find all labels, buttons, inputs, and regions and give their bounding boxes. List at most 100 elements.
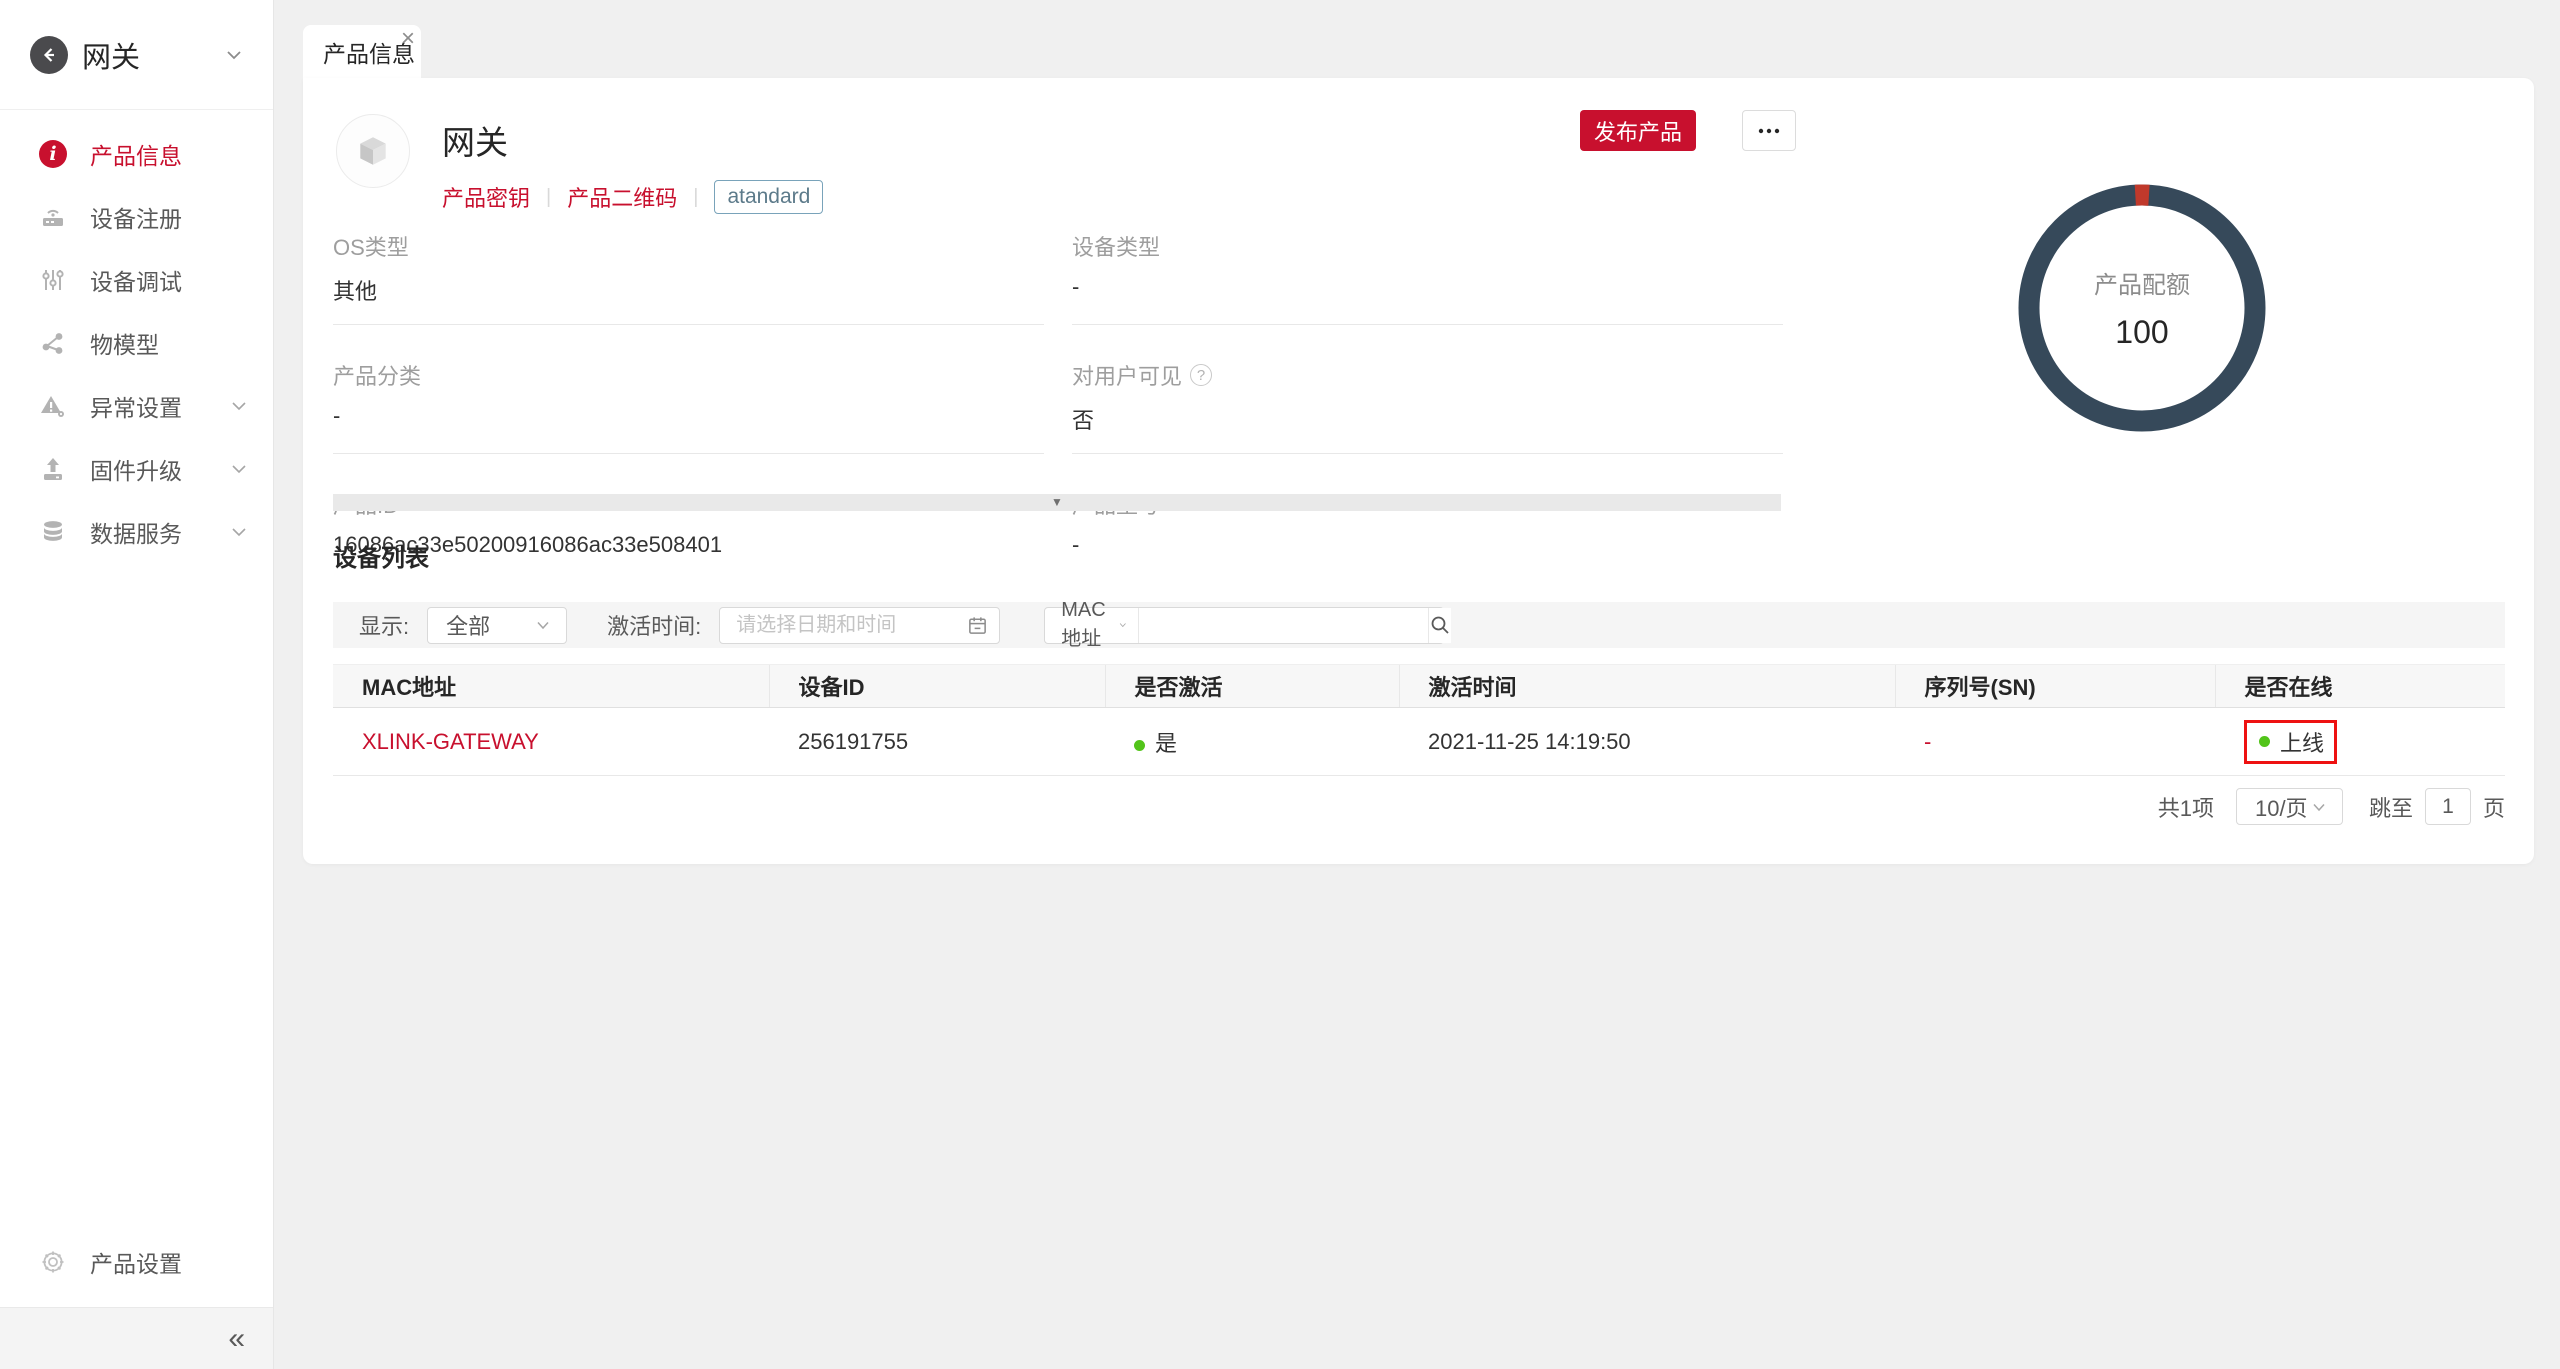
product-links: 产品密钥 | 产品二维码 | atandard [442, 180, 823, 214]
gear-icon [38, 1247, 68, 1277]
product-secret-link[interactable]: 产品密钥 [442, 181, 530, 213]
activation-time-label: 激活时间: [607, 609, 701, 641]
device-id-cell: 256191755 [769, 708, 1105, 776]
product-info-card: 网关 产品密钥 | 产品二维码 | atandard 发布产品 [303, 78, 2534, 864]
date-picker-input[interactable] [719, 607, 1000, 644]
online-status-text: 上线 [2280, 726, 2324, 758]
pagination: 共1项 10/页 跳至 页 [2158, 788, 2505, 825]
chevron-down-icon[interactable] [223, 44, 245, 66]
search-input[interactable] [1139, 608, 1428, 643]
total-count: 共1项 [2158, 791, 2214, 823]
col-activated: 是否激活 [1105, 665, 1399, 708]
ellipsis-icon [1758, 128, 1780, 134]
product-header: 网关 产品密钥 | 产品二维码 | atandard [336, 114, 823, 214]
device-filter-bar: 显示: 全部 激活时间: [333, 602, 2505, 648]
more-actions-button[interactable] [1742, 110, 1796, 151]
activation-time-cell: 2021-11-25 14:19:50 [1399, 708, 1895, 776]
table-row: XLINK-GATEWAY 256191755 是 2021-11-25 14:… [333, 708, 2505, 776]
show-filter-select[interactable]: 全部 [427, 607, 567, 644]
chevron-down-icon [534, 616, 552, 634]
product-name: 网关 [442, 116, 823, 164]
divider: | [546, 186, 551, 209]
field-product-category: 产品分类 - [333, 359, 1044, 454]
chevron-down-icon [229, 396, 249, 416]
col-activation-time: 激活时间 [1399, 665, 1895, 708]
jump-to-label: 跳至 [2369, 791, 2413, 823]
quota-value: 100 [2115, 314, 2168, 351]
status-dot-green [1134, 740, 1145, 751]
sidebar: 网关 i 产品信息 设备注册 [0, 0, 274, 1369]
product-qrcode-link[interactable]: 产品二维码 [567, 181, 677, 213]
quota-donut-chart: 产品配额 100 [2018, 184, 2266, 432]
search-field-select[interactable]: MAC地址 [1045, 608, 1138, 643]
tab-product-info[interactable]: 产品信息 × [303, 25, 421, 78]
sidebar-item-product-info[interactable]: i 产品信息 [0, 122, 273, 185]
alert-gear-icon [38, 391, 68, 421]
divider: | [693, 186, 698, 209]
date-picker [719, 607, 1000, 644]
col-device-id: 设备ID [769, 665, 1105, 708]
publish-product-button[interactable]: 发布产品 [1580, 110, 1696, 151]
search-button[interactable] [1428, 608, 1451, 643]
chevron-down-icon [2310, 798, 2328, 816]
sidebar-header: 网关 [0, 0, 273, 110]
jump-page-input[interactable] [2425, 788, 2471, 825]
share-nodes-icon [38, 328, 68, 358]
product-switcher-title: 网关 [82, 34, 223, 76]
show-filter-label: 显示: [359, 609, 409, 641]
help-icon[interactable]: ? [1190, 364, 1212, 386]
close-icon[interactable]: × [401, 27, 415, 51]
collapse-sidebar-button[interactable]: « [228, 1324, 245, 1354]
sidebar-item-thing-model[interactable]: 物模型 [0, 311, 273, 374]
product-avatar [336, 114, 410, 188]
sidebar-spacer [0, 563, 273, 1230]
online-cell: 上线 [2215, 708, 2505, 776]
sidebar-item-data-service[interactable]: 数据服务 [0, 500, 273, 563]
col-online: 是否在线 [2215, 665, 2505, 708]
collapse-arrow-icon: ▼ [1051, 495, 1063, 509]
back-button[interactable] [30, 36, 68, 74]
quota-label: 产品配额 [2094, 265, 2190, 300]
product-header-text: 网关 产品密钥 | 产品二维码 | atandard [442, 114, 823, 214]
activated-cell: 是 [1105, 708, 1399, 776]
sidebar-menu: i 产品信息 设备注册 设备调试 [0, 110, 273, 563]
device-mac-link[interactable]: XLINK-GATEWAY [362, 729, 539, 754]
cube-icon [355, 133, 391, 169]
database-icon [38, 517, 68, 547]
sidebar-item-product-settings[interactable]: 产品设置 [0, 1230, 273, 1293]
sidebar-item-device-register[interactable]: 设备注册 [0, 185, 273, 248]
sidebar-item-firmware-upgrade[interactable]: 固件升级 [0, 437, 273, 500]
main-area: 产品信息 × 网关 产品密钥 | 产品二维码 [275, 0, 2560, 1369]
chevron-down-icon [229, 459, 249, 479]
device-table: MAC地址 设备ID 是否激活 激活时间 序列号(SN) 是否在线 XLINK-… [333, 664, 2505, 776]
product-plan-badge: atandard [714, 180, 823, 214]
chevron-down-icon [229, 522, 249, 542]
product-fields: OS类型 其他 设备类型 - 产品分类 - 对用户可见 ? 否 [333, 230, 1783, 562]
calendar-icon[interactable] [967, 615, 988, 636]
field-user-visible: 对用户可见 ? 否 [1072, 359, 1783, 454]
sidebar-footer: « [0, 1307, 273, 1369]
chevron-down-icon [1118, 617, 1128, 633]
search-group: MAC地址 [1044, 607, 1444, 644]
sliders-icon [38, 265, 68, 295]
quota-text: 产品配额 100 [2018, 184, 2266, 432]
field-os-type: OS类型 其他 [333, 230, 1044, 325]
status-dot-green [2259, 736, 2270, 747]
header-buttons: 发布产品 [1580, 110, 1796, 151]
annotation-highlight-box: 上线 [2244, 720, 2337, 764]
sidebar-item-exception-settings[interactable]: 异常设置 [0, 374, 273, 437]
app-root: 网关 i 产品信息 设备注册 [0, 0, 2560, 1369]
table-header-row: MAC地址 设备ID 是否激活 激活时间 序列号(SN) 是否在线 [333, 665, 2505, 708]
device-register-icon [38, 202, 68, 232]
info-icon: i [38, 139, 68, 169]
col-sn: 序列号(SN) [1895, 665, 2215, 708]
col-mac: MAC地址 [333, 665, 769, 708]
page-suffix: 页 [2483, 791, 2505, 823]
field-device-type: 设备类型 - [1072, 230, 1783, 325]
per-page-select[interactable]: 10/页 [2236, 788, 2343, 825]
collapse-details-bar[interactable]: ▼ [333, 494, 1781, 511]
upload-icon [38, 454, 68, 484]
sidebar-item-device-debug[interactable]: 设备调试 [0, 248, 273, 311]
search-icon [1429, 614, 1451, 636]
device-list-title: 设备列表 [333, 538, 429, 573]
